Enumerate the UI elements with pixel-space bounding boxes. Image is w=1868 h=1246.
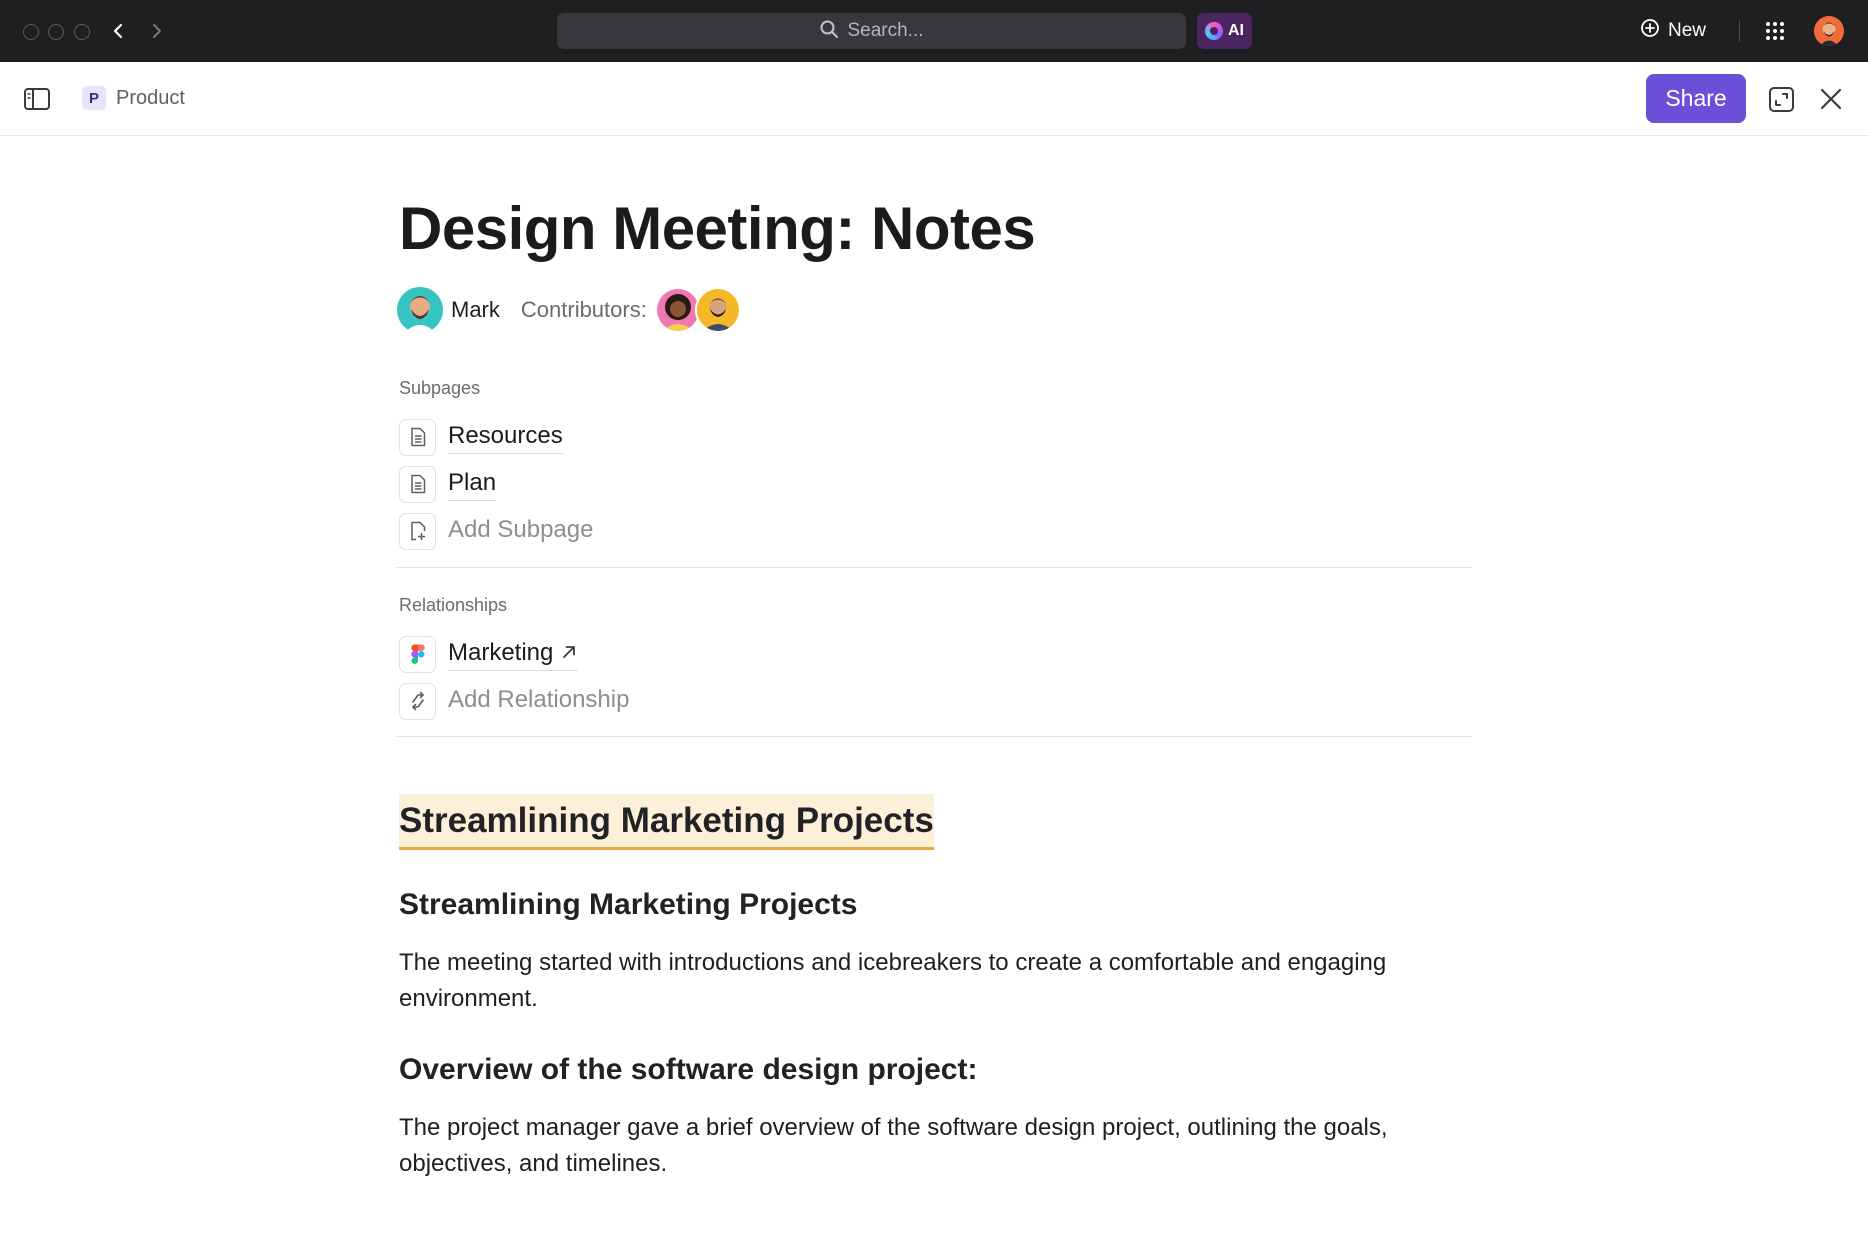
section-paragraph[interactable]: The project manager gave a brief overvie… bbox=[399, 1110, 1459, 1182]
search-placeholder: Search... bbox=[847, 20, 924, 41]
document-icon bbox=[399, 418, 436, 456]
page-title[interactable]: Design Meeting: Notes bbox=[399, 194, 1036, 263]
document-icon bbox=[399, 465, 436, 503]
sidebar-toggle-icon[interactable] bbox=[23, 86, 51, 112]
window-zoom-dot[interactable] bbox=[74, 24, 90, 40]
relationship-icon bbox=[399, 682, 436, 720]
divider bbox=[397, 736, 1472, 737]
subpage-item[interactable]: Resources bbox=[399, 418, 563, 456]
ai-button[interactable]: AI bbox=[1197, 13, 1252, 49]
add-subpage-label: Add Subpage bbox=[448, 516, 594, 543]
add-relationship-button[interactable]: Add Relationship bbox=[399, 682, 629, 720]
contributor-avatar[interactable] bbox=[694, 287, 741, 333]
contributor-avatar[interactable] bbox=[654, 287, 701, 333]
highlighted-heading[interactable]: Streamlining Marketing Projects bbox=[399, 794, 934, 850]
apps-grid-icon[interactable] bbox=[1764, 20, 1786, 42]
ai-orb-icon bbox=[1205, 22, 1223, 40]
doc-header: P Product Share bbox=[0, 62, 1868, 136]
plus-circle-icon bbox=[1640, 18, 1660, 44]
section-heading[interactable]: Overview of the software design project: bbox=[399, 1053, 977, 1087]
new-label: New bbox=[1668, 20, 1707, 41]
space-badge: P bbox=[82, 86, 106, 110]
window-close-dot[interactable] bbox=[23, 24, 39, 40]
figma-icon bbox=[399, 635, 436, 673]
forward-arrow-icon[interactable] bbox=[143, 18, 169, 44]
user-avatar[interactable] bbox=[1814, 16, 1844, 46]
close-icon[interactable] bbox=[1818, 86, 1844, 112]
relationship-name: Marketing bbox=[448, 638, 554, 666]
title-bar: Search... AI New bbox=[0, 0, 1868, 62]
author-name[interactable]: Mark bbox=[451, 297, 500, 323]
back-arrow-icon[interactable] bbox=[106, 18, 132, 44]
new-button[interactable]: New bbox=[1640, 16, 1706, 46]
subpages-label: Subpages bbox=[399, 378, 481, 398]
contributors-label: Contributors: bbox=[520, 297, 647, 322]
divider bbox=[1739, 20, 1740, 42]
search-icon bbox=[819, 19, 839, 44]
breadcrumb[interactable]: P Product bbox=[82, 86, 185, 110]
external-link-icon bbox=[560, 639, 578, 666]
author-row: Mark Contributors: bbox=[397, 286, 741, 334]
divider bbox=[397, 567, 1472, 568]
add-subpage-button[interactable]: Add Subpage bbox=[399, 512, 593, 550]
relationship-item[interactable]: Marketing bbox=[399, 635, 579, 673]
relationships-label: Relationships bbox=[399, 595, 508, 615]
author-avatar[interactable] bbox=[397, 287, 443, 333]
search-bar[interactable]: Search... bbox=[557, 13, 1186, 49]
add-document-icon bbox=[399, 512, 436, 550]
ai-label: AI bbox=[1228, 22, 1244, 39]
expand-icon[interactable] bbox=[1768, 86, 1795, 113]
share-button[interactable]: Share bbox=[1646, 74, 1746, 123]
subpage-item[interactable]: Plan bbox=[399, 465, 497, 503]
breadcrumb-label: Product bbox=[116, 86, 185, 109]
relationship-label[interactable]: Marketing bbox=[448, 638, 579, 671]
subpage-label[interactable]: Plan bbox=[448, 468, 497, 501]
section-heading[interactable]: Streamlining Marketing Projects bbox=[399, 888, 857, 922]
window-minimize-dot[interactable] bbox=[48, 24, 64, 40]
subpage-label[interactable]: Resources bbox=[448, 421, 563, 454]
add-relationship-label: Add Relationship bbox=[448, 686, 630, 713]
section-paragraph[interactable]: The meeting started with introductions a… bbox=[399, 945, 1459, 1017]
